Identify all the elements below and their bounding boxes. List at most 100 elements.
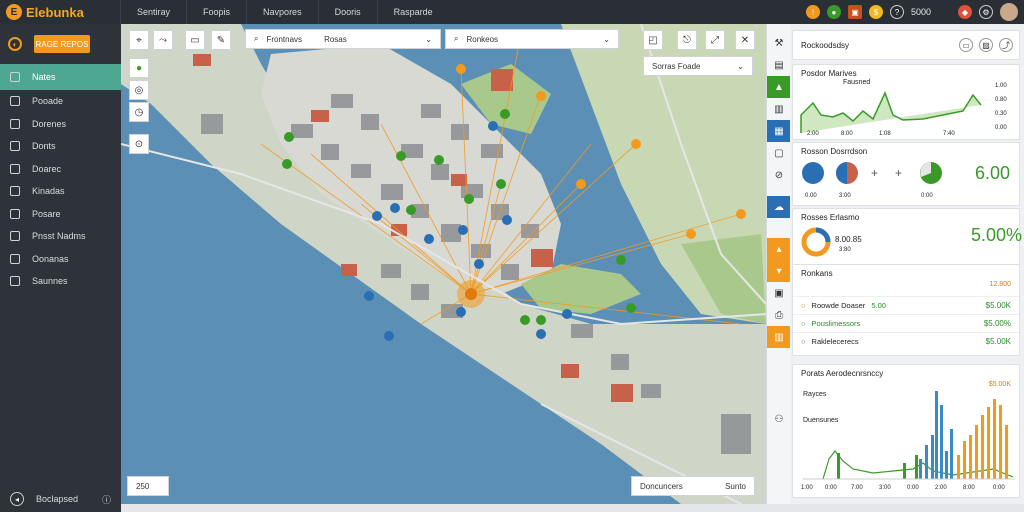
svg-text:+: +	[895, 166, 902, 180]
bookmark-icon[interactable]: ◰	[643, 30, 663, 50]
window-icon[interactable]: ▭	[959, 38, 973, 52]
sidebar-item-5[interactable]: Doarec	[0, 158, 121, 181]
distribution-label: 0:00	[921, 193, 933, 199]
trend-chart	[800, 91, 982, 133]
sidebar-footer[interactable]: ◂ Boclapsed ⓘ	[0, 492, 121, 506]
sidebar-item-10[interactable]: Saunnes	[0, 270, 121, 293]
sidebar-item-3[interactable]: Dorenes	[0, 113, 121, 136]
sidebar-item-label: Kinadas	[32, 186, 65, 197]
avatar[interactable]	[1000, 3, 1018, 21]
nav-item-4[interactable]: Dooris	[317, 0, 377, 24]
y-tick: 0.80	[995, 97, 1007, 103]
sidebar-item-1[interactable]: Nates	[0, 64, 121, 90]
top-bar: E Elebunka Sentiray Foopis Navpores Door…	[0, 0, 1024, 24]
search-field-2[interactable]: ⌕ Ronkeos ⌄	[445, 29, 619, 49]
tool-icon-11[interactable]: ▣	[767, 282, 791, 304]
tool-icon-5[interactable]: ▦	[767, 120, 791, 142]
sidebar-item-4[interactable]: Donts	[0, 135, 121, 158]
layers-tool-icon[interactable]: ▭	[185, 30, 205, 50]
tool-icon-9[interactable]: ▴	[767, 238, 791, 260]
calendar-icon	[10, 253, 20, 264]
sidebar-item-6[interactable]: Kinadas	[0, 180, 121, 203]
car-icon	[10, 163, 20, 174]
nav-item-1[interactable]: Sentiray	[120, 0, 186, 24]
tool-icon-4[interactable]: ▥	[767, 98, 791, 120]
coin-icon[interactable]: $	[868, 5, 883, 19]
share-icon[interactable]: ⎋	[677, 30, 697, 50]
bell-icon[interactable]: ◆	[958, 5, 972, 19]
edit-tool-icon[interactable]: ✎	[211, 30, 231, 50]
sidebar-item-label: Saunnes	[32, 276, 68, 287]
x-tick: 2:00	[935, 485, 947, 491]
app-logo[interactable]: E Elebunka	[0, 4, 120, 20]
sidebar-item-label: Dorenes	[32, 118, 67, 129]
status-bar	[121, 504, 1024, 512]
settings-icon[interactable]: ⚙	[979, 5, 993, 19]
pin-tool-icon[interactable]: ●	[129, 58, 149, 78]
route-tool-icon[interactable]: ⤳	[153, 30, 173, 50]
status-icon[interactable]: ●	[826, 5, 841, 19]
share-panel-icon[interactable]: ⤴	[999, 38, 1013, 52]
map-view[interactable]: ⌖ ⤳ ▭ ✎ ● ◎ ◷ ⊙ ⌕ Frontnavs Rosas ⌄ ⌕ Ro…	[121, 24, 766, 504]
help-icon[interactable]: ?	[889, 5, 904, 19]
table-row[interactable]: ○ Raklelecerecs $5.00K	[793, 332, 1019, 350]
folder-icon	[10, 96, 20, 107]
sidebar-item-label: Pooade	[32, 96, 64, 107]
row-label: Roowde Doaser	[811, 301, 866, 310]
zoom-control[interactable]: 250	[127, 476, 169, 496]
map-footer-value: Sunto	[725, 481, 746, 491]
row-marker-icon: ○	[801, 301, 806, 310]
measure-tool-icon[interactable]: ⊙	[129, 134, 149, 154]
card-rankings-title: Ronkans	[801, 269, 833, 278]
tool-icon-2[interactable]: ▤	[767, 54, 791, 76]
map-canvas[interactable]	[121, 24, 766, 504]
nav-item-2[interactable]: Foopis	[186, 0, 246, 24]
collapse-sidebar-icon: ◂	[10, 492, 24, 506]
map-footer-control[interactable]: Doncuncers Sunto	[631, 476, 755, 496]
panel-header-title: Rockoodsdsy	[801, 40, 850, 50]
alert-icon[interactable]: !	[805, 5, 820, 19]
search-field-1[interactable]: ⌕ Frontnavs Rosas ⌄	[245, 29, 441, 49]
sidebar-item-2[interactable]: Pooade	[0, 90, 121, 113]
tool-icon-6[interactable]: ▢	[767, 142, 791, 164]
donut-center-label: 8.00.85	[835, 235, 862, 244]
image-icon[interactable]: ▨	[979, 38, 993, 52]
tool-icon-3[interactable]: ▲	[767, 76, 791, 98]
collapse-icon[interactable]: ◐	[8, 37, 22, 51]
distribution-icons: + +	[802, 162, 942, 184]
map-popup[interactable]: Sorras Foade ⌄	[643, 56, 753, 76]
map-footer-label: Doncuncers	[640, 481, 683, 491]
tool-icon-8[interactable]: ☁	[767, 196, 791, 218]
close-icon[interactable]: ✕	[735, 30, 755, 50]
tool-icon-13[interactable]: ▥	[767, 326, 791, 348]
expand-icon[interactable]: ⤢	[705, 30, 725, 50]
nav-item-5[interactable]: Rasparde	[376, 0, 449, 24]
gift-icon[interactable]: ▣	[847, 5, 862, 19]
sidebar-action-button[interactable]: RAGE REPOS	[34, 35, 90, 53]
row-marker-icon: ○	[801, 319, 806, 328]
x-tick: 7:40	[943, 131, 955, 137]
sidebar-item-label: Donts	[32, 141, 56, 152]
tool-icon-7[interactable]: ⊘	[767, 164, 791, 186]
distribution-value: 6.00	[975, 163, 1011, 183]
x-tick: 7:00	[851, 485, 863, 491]
tool-icon-14[interactable]: ⚇	[767, 408, 791, 430]
sidebar-item-9[interactable]: Oonanas	[0, 248, 121, 271]
clock-tool-icon[interactable]: ◷	[129, 102, 149, 122]
tool-icon-10[interactable]: ▾	[767, 260, 791, 282]
table-row[interactable]: ○ Roowde Doaser 5.00 $5.00K	[793, 296, 1019, 314]
sidebar-item-8[interactable]: Pnsst Nadms	[0, 225, 121, 248]
nav-item-3[interactable]: Navpores	[246, 0, 318, 24]
user-icon	[10, 208, 20, 219]
tool-icon-12[interactable]: ⎙	[767, 304, 791, 326]
table-row[interactable]: ○ Pouslimessors $5.00%	[793, 314, 1019, 332]
sidebar-item-7[interactable]: Posare	[0, 203, 121, 226]
tool-icon-1[interactable]: ⚒	[767, 32, 791, 54]
select-tool-icon[interactable]: ⌖	[129, 30, 149, 50]
map-popup-label: Sorras Foade	[652, 61, 701, 71]
row-value: $5.00%	[983, 319, 1011, 328]
panel-header: Rockoodsdsy ▭ ▨ ⤴	[792, 30, 1020, 60]
target-tool-icon[interactable]: ◎	[129, 80, 149, 100]
x-tick: 1:08	[879, 131, 891, 137]
row-value: $5.00K	[985, 337, 1011, 346]
